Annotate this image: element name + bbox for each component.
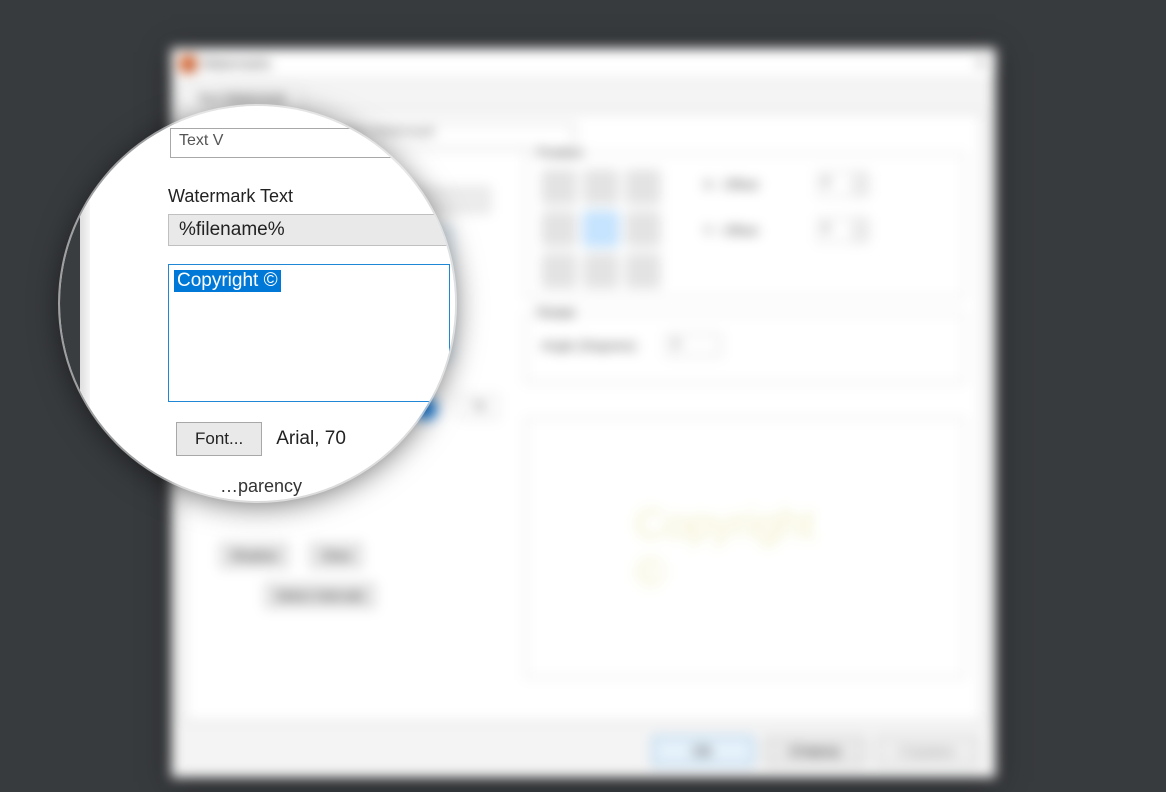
position-grid[interactable] <box>542 170 660 288</box>
help-button[interactable]: Справка <box>877 737 977 765</box>
transparency-label-fragment: …parency <box>220 476 302 497</box>
shadow-button[interactable]: Shadow <box>220 543 289 568</box>
pos-bot-right[interactable] <box>626 254 660 288</box>
window-title: Watermarks <box>202 56 976 71</box>
app-icon <box>180 56 196 72</box>
position-group: Position X - Offset <box>525 153 965 298</box>
pos-bot-left[interactable] <box>542 254 576 288</box>
font-description: Arial, 70 <box>276 428 346 450</box>
transparency-value[interactable]: 75 <box>460 395 498 419</box>
pos-top-left[interactable] <box>542 170 576 204</box>
angle-label: Angle (Degrees) <box>542 338 637 353</box>
lens-dark-edge <box>60 106 80 501</box>
transparency-slider-knob[interactable] <box>446 436 455 462</box>
rotate-title: Rotate <box>534 305 580 320</box>
chevron-down-icon[interactable] <box>853 231 867 242</box>
ok-button[interactable]: OK <box>653 737 753 765</box>
x-offset-value: 0 <box>819 173 853 195</box>
pos-mid-left[interactable] <box>542 212 576 246</box>
chevron-down-icon[interactable] <box>853 185 867 196</box>
cancel-button[interactable]: Отмена <box>765 737 865 765</box>
magnifier-lens: Text V Watermark Text %filename% ▾ Copyr… <box>60 106 455 501</box>
pos-top-center[interactable] <box>584 170 618 204</box>
name-field-fragment[interactable]: Text V <box>170 128 420 158</box>
preview-text: Copyright © <box>635 500 854 596</box>
position-title: Position <box>534 145 588 160</box>
font-button[interactable]: Font... <box>176 422 262 456</box>
rotate-group: Rotate Angle (Degrees) 0 <box>525 313 965 383</box>
y-offset-label: Y - Offset <box>704 223 758 238</box>
y-offset-spinner[interactable]: 0 <box>818 218 868 242</box>
preview-pane: Copyright © <box>525 418 965 678</box>
pos-bot-center[interactable] <box>584 254 618 288</box>
watermark-text-selection: Copyright © <box>174 270 281 292</box>
pos-mid-center[interactable] <box>584 212 618 246</box>
titlebar: Watermarks × <box>172 49 995 79</box>
chevron-up-icon[interactable] <box>853 219 867 231</box>
lens-panel-edge <box>80 106 90 501</box>
placeholder-combo-value: %filename% <box>179 219 285 241</box>
angle-field[interactable]: 0 <box>666 334 721 356</box>
y-offset-value: 0 <box>819 219 853 241</box>
watermark-text-label: Watermark Text <box>168 186 293 207</box>
placeholder-combo[interactable]: %filename% ▾ <box>168 214 455 246</box>
watermark-textarea[interactable]: Copyright © <box>168 264 450 402</box>
glow-button[interactable]: Glow <box>310 543 362 568</box>
x-offset-spinner[interactable]: 0 <box>818 172 868 196</box>
close-icon[interactable]: × <box>976 53 987 74</box>
pos-mid-right[interactable] <box>626 212 660 246</box>
x-offset-label: X - Offset <box>704 177 759 192</box>
select-intervals-button[interactable]: Select Intervals <box>265 583 376 608</box>
pos-top-right[interactable] <box>626 170 660 204</box>
chevron-up-icon[interactable] <box>853 173 867 185</box>
